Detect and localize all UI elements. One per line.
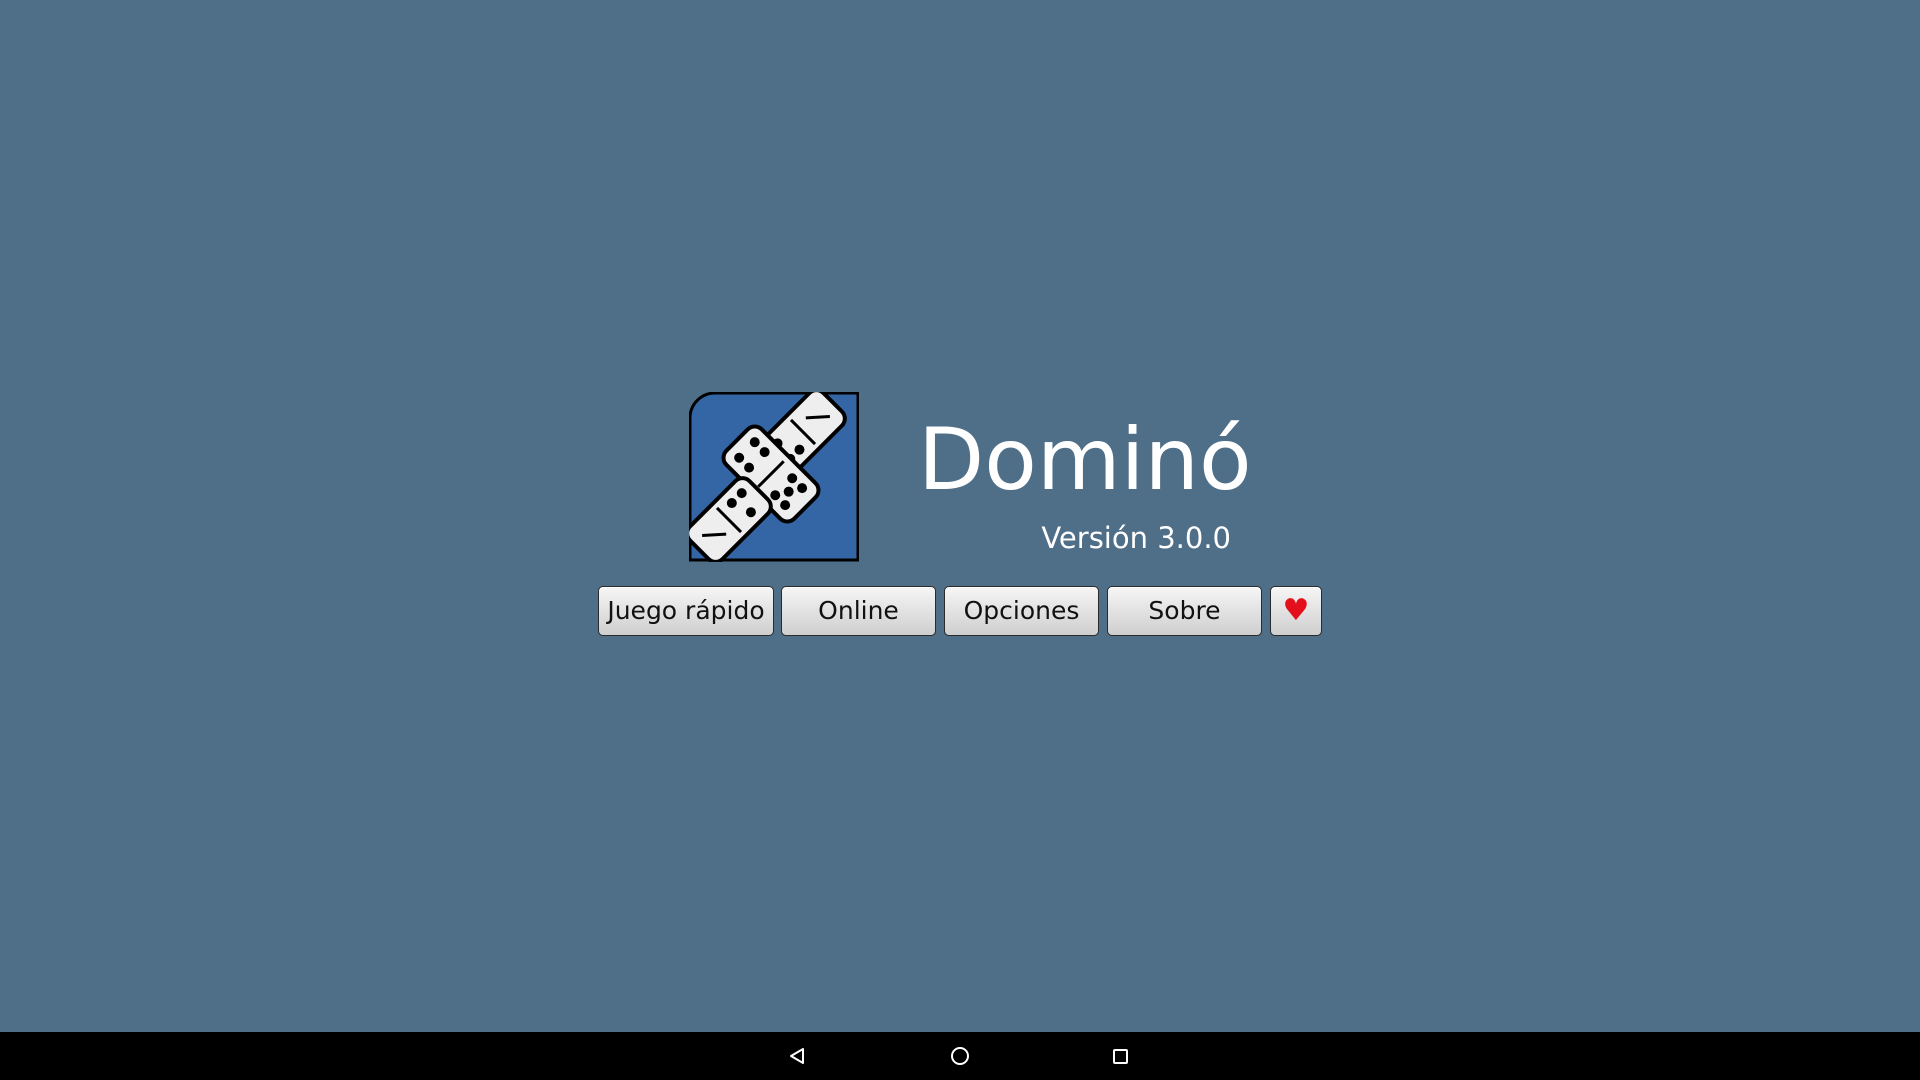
options-button[interactable]: Opciones [944,586,1099,636]
favorite-button[interactable]: ♥ [1270,586,1322,636]
back-icon[interactable] [768,1032,828,1080]
menu-content: Dominó Versión 3.0.0 Juego rápido Online… [0,0,1920,1032]
system-navigation-bar [0,1032,1920,1080]
main-menu-screen: Dominó Versión 3.0.0 Juego rápido Online… [0,0,1920,1080]
home-icon[interactable] [930,1032,990,1080]
online-button[interactable]: Online [781,586,936,636]
quick-game-button[interactable]: Juego rápido [598,586,774,636]
about-button[interactable]: Sobre [1107,586,1262,636]
domino-logo [689,392,859,562]
heart-icon: ♥ [1282,593,1310,628]
app-title: Dominó [918,410,1252,510]
version-label: Versión 3.0.0 [1041,521,1231,555]
recent-apps-icon[interactable] [1091,1032,1151,1080]
